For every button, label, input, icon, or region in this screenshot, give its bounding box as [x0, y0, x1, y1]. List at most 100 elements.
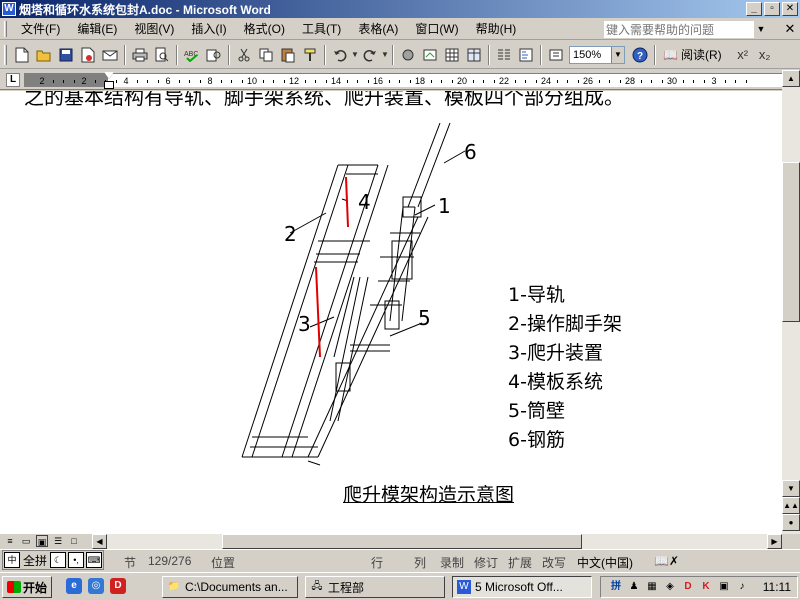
menu-tools[interactable]: 工具(T) [294, 18, 350, 39]
subscript-button[interactable]: x₂ [754, 44, 776, 66]
document-map-icon[interactable] [515, 44, 537, 66]
reading-layout-icon[interactable]: □ [68, 535, 80, 547]
save-icon[interactable] [55, 44, 77, 66]
scroll-right-icon[interactable]: ▶ [767, 534, 782, 549]
word-app-icon[interactable]: W [2, 2, 16, 16]
status-language[interactable]: 中文(中国) [577, 554, 633, 571]
read-button[interactable]: 📖 阅读(R) [659, 44, 726, 66]
document-close-button[interactable]: ✕ [782, 21, 798, 37]
show-hide-icon[interactable] [545, 44, 567, 66]
superscript-button[interactable]: x² [732, 44, 754, 66]
status-ext[interactable]: 扩展 [508, 554, 532, 571]
insert-table-icon[interactable] [463, 44, 485, 66]
tables-borders-icon[interactable] [441, 44, 463, 66]
ime-punctuation-icon[interactable]: •, [68, 552, 85, 568]
undo-dropdown-icon[interactable]: ▼ [351, 44, 359, 66]
minimize-button[interactable]: _ [746, 2, 762, 16]
app-quicklaunch-icon[interactable]: D [110, 578, 126, 594]
horizontal-scrollbar[interactable]: ◀ ▶ [92, 534, 782, 549]
scroll-left-icon[interactable]: ◀ [92, 534, 107, 549]
menu-format[interactable]: 格式(O) [236, 18, 294, 39]
paste-icon[interactable] [277, 44, 299, 66]
read-button-label: 阅读(R) [680, 48, 722, 62]
menu-insert[interactable]: 插入(I) [183, 18, 235, 39]
print-icon[interactable] [129, 44, 151, 66]
previous-page-icon[interactable]: ▲▲ [782, 497, 800, 514]
browser-quicklaunch-icon[interactable]: ◎ [88, 578, 104, 594]
ime-keyboard-icon[interactable]: ⌨ [86, 552, 103, 568]
scroll-down-icon[interactable]: ▼ [782, 480, 800, 497]
tray-app-k-icon[interactable]: K [699, 580, 713, 594]
menu-window[interactable]: 窗口(W) [407, 18, 467, 39]
ime-logo-icon[interactable]: 中 [4, 552, 20, 568]
insert-hyperlink-icon[interactable] [419, 44, 441, 66]
menu-table[interactable]: 表格(A) [350, 18, 407, 39]
vertical-scroll-thumb[interactable] [782, 162, 800, 322]
close-button[interactable]: ✕ [782, 2, 798, 16]
document-page[interactable]: 之的基本结构有导轨、脚手架系统、爬升装置、模板四个部分组成。 2 4 3 1 5… [0, 91, 782, 534]
network-tray-icon[interactable]: ▦ [645, 580, 659, 594]
open-folder-icon[interactable] [33, 44, 55, 66]
title-bar[interactable]: W 烟塔和循环水系统包封A.doc - Microsoft Word _ ▫ ✕ [0, 0, 800, 18]
scroll-up-icon[interactable]: ▲ [782, 70, 800, 87]
ie-browser-icon[interactable]: e [66, 578, 82, 594]
menu-help[interactable]: 帮助(H) [468, 18, 526, 39]
drawing-icon[interactable] [397, 44, 419, 66]
print-layout-icon[interactable]: ▣ [36, 535, 48, 547]
web-layout-icon[interactable]: ▭ [20, 535, 32, 547]
columns-icon[interactable] [493, 44, 515, 66]
menu-grip[interactable] [4, 20, 7, 37]
status-ovr[interactable]: 改写 [542, 554, 566, 571]
horizontal-ruler[interactable]: 2 2 4 6 8 10 12 14 16 18 20 22 24 26 28 30 3 [24, 73, 794, 87]
volume-icon[interactable]: ♪ [735, 580, 749, 594]
spelling-status-icon[interactable]: 📖✗ [654, 554, 679, 568]
outline-view-icon[interactable]: ☰ [52, 535, 64, 547]
email-icon[interactable] [99, 44, 121, 66]
tray-monitor-icon[interactable]: ▣ [717, 580, 731, 594]
copy-icon[interactable] [255, 44, 277, 66]
ime-toolbar[interactable]: 中 全拼 ☾ •, ⌨ [2, 550, 105, 570]
vertical-scrollbar[interactable]: ▲ ▼ ▲▲ ● [782, 70, 800, 534]
ime-mode-label[interactable]: 全拼 [21, 552, 49, 569]
help-question-input[interactable] [604, 21, 754, 38]
clock: 11:11 [762, 580, 791, 594]
new-document-icon[interactable] [11, 44, 33, 66]
print-preview-icon[interactable] [151, 44, 173, 66]
redo-icon[interactable] [359, 44, 381, 66]
status-rec[interactable]: 录制 [440, 554, 464, 571]
zoom-dropdown[interactable]: 150% ▼ [569, 45, 625, 64]
left-indent-marker[interactable] [104, 81, 114, 89]
normal-view-icon[interactable]: ≡ [4, 535, 16, 547]
tray-app-d-icon[interactable]: D [681, 580, 695, 594]
redo-dropdown-icon[interactable]: ▼ [381, 44, 389, 66]
toolbar-separator [488, 44, 490, 65]
help-icon[interactable]: ? [629, 44, 651, 66]
help-dropdown-arrow[interactable]: ▼ [756, 22, 766, 36]
ime-tray-icon[interactable]: 拼 [609, 580, 623, 594]
undo-icon[interactable] [329, 44, 351, 66]
task-word[interactable]: W 5 Microsoft Off... [452, 576, 592, 598]
restore-button[interactable]: ▫ [764, 2, 780, 16]
zoom-dropdown-arrow-icon[interactable]: ▼ [611, 46, 624, 63]
ruler-tick [283, 80, 285, 83]
menu-view[interactable]: 视图(V) [126, 18, 183, 39]
status-trk[interactable]: 修订 [474, 554, 498, 571]
ime-halfwidth-icon[interactable]: ☾ [50, 552, 67, 568]
format-painter-icon[interactable] [299, 44, 321, 66]
permission-icon[interactable] [77, 44, 99, 66]
task-project-dept[interactable]: 🖧 工程部 [305, 576, 445, 598]
research-icon[interactable] [203, 44, 225, 66]
first-line-indent-marker[interactable] [104, 72, 114, 79]
toolbar-grip[interactable] [4, 44, 7, 65]
cut-icon[interactable] [233, 44, 255, 66]
menu-edit[interactable]: 编辑(E) [69, 18, 126, 39]
start-button[interactable]: 开始 [2, 576, 52, 598]
task-explorer[interactable]: 📁 C:\Documents an... [162, 576, 298, 598]
horizontal-scroll-thumb[interactable] [222, 534, 582, 549]
menu-file[interactable]: 文件(F) [13, 18, 69, 39]
tab-selector[interactable]: L [6, 73, 20, 87]
messenger-icon[interactable]: ♟ [627, 580, 641, 594]
shield-icon[interactable]: ◈ [663, 580, 677, 594]
select-browse-object-icon[interactable]: ● [782, 514, 800, 531]
spelling-icon[interactable]: ABC [181, 44, 203, 66]
